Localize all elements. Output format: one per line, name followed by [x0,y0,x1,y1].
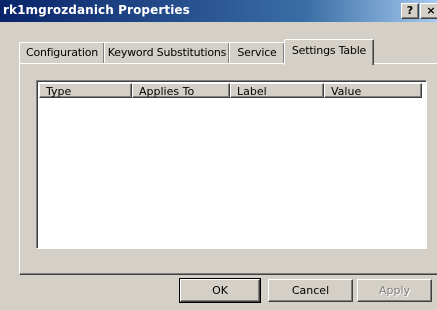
cancel-button[interactable]: Cancel [268,279,353,302]
column-header-value[interactable]: Value [324,83,422,98]
tab-keyword-substitutions[interactable]: Keyword Substitutions [104,42,230,64]
apply-button[interactable]: Apply [357,279,432,302]
help-button[interactable]: ? [401,3,419,19]
tab-settings-table[interactable]: Settings Table [284,39,374,65]
tab-service[interactable]: Service [229,42,285,64]
title-bar[interactable]: rk1mgrozdanich Properties ? × [0,0,437,22]
column-header-label[interactable]: Label [230,83,324,98]
column-header-type[interactable]: Type [39,83,132,98]
settings-table-list[interactable]: Type Applies To Label Value [36,80,427,249]
ok-button[interactable]: OK [179,278,261,303]
close-button[interactable]: × [420,3,437,19]
window-title: rk1mgrozdanich Properties [3,3,190,17]
tab-configuration[interactable]: Configuration [19,42,105,64]
column-header-applies-to[interactable]: Applies To [132,83,230,98]
